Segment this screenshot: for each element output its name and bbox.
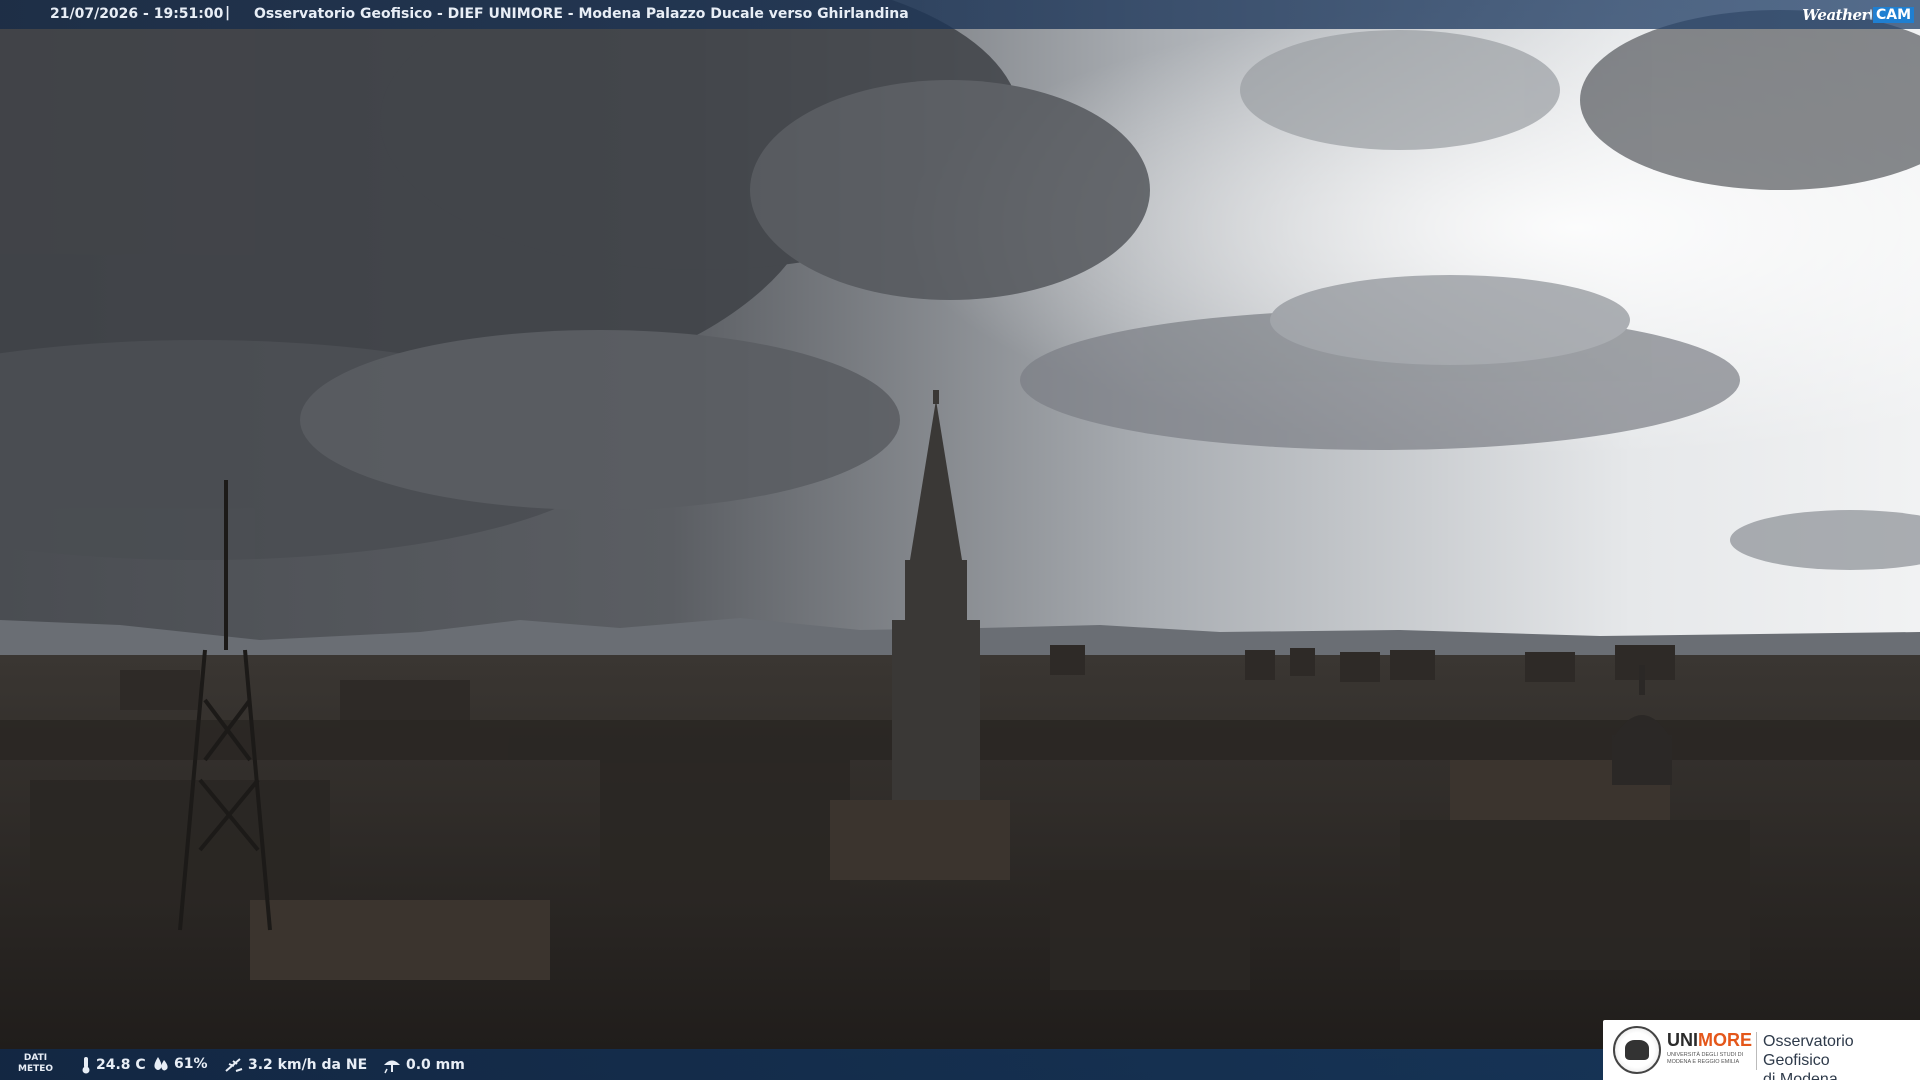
wind-value: 3.2 km/h da NE [248,1057,368,1073]
logo-divider [1756,1032,1757,1070]
camera-title: Osservatorio Geofisico - DIEF UNIMORE - … [254,6,909,22]
thermometer-icon [82,1057,90,1074]
unimore-subtitle: UNIVERSITÀ DEGLI STUDI DI MODENA E REGGI… [1667,1052,1744,1065]
dati-meteo-label: DATI METEO [18,1053,54,1074]
unimore-wordmark: UNIMORE [1667,1030,1752,1050]
humidity-value: 61% [174,1056,208,1072]
brand-cam: CAM [1872,6,1914,23]
rain-icon [384,1060,400,1074]
observatory-name: Osservatorio Geofisico di Modena [1763,1033,1854,1080]
humidity-reading: 61% [152,1056,208,1072]
temperature-value: 24.8 C [96,1057,146,1073]
unimore-logo-panel: UNIMORE UNIVERSITÀ DEGLI STUDI DI MODENA… [1603,1020,1920,1080]
brand-weather: Weather [1802,5,1869,24]
rain-value: 0.0 mm [406,1057,465,1073]
humidity-drop-icon [154,1057,168,1071]
timestamp: 21/07/2026 - 19:51:00 [50,6,224,22]
weathercam-logo: Weather CAM [1802,0,1920,29]
separator: | [225,5,231,21]
globe-icon [1869,9,1872,20]
unimore-seal-icon [1613,1026,1661,1074]
weather-data-bar: DATI METEO 24.8 C 61% 3.2 km/h da NE 0.0… [0,1049,1603,1080]
wind-icon [225,1058,243,1072]
top-info-bar: 21/07/2026 - 19:51:00 | Osservatorio Geo… [0,0,1920,29]
wind-reading: 3.2 km/h da NE [224,1056,367,1074]
rain-reading: 0.0 mm [382,1056,465,1074]
webcam-image [0,0,1920,1080]
temperature-reading: 24.8 C [80,1056,146,1074]
